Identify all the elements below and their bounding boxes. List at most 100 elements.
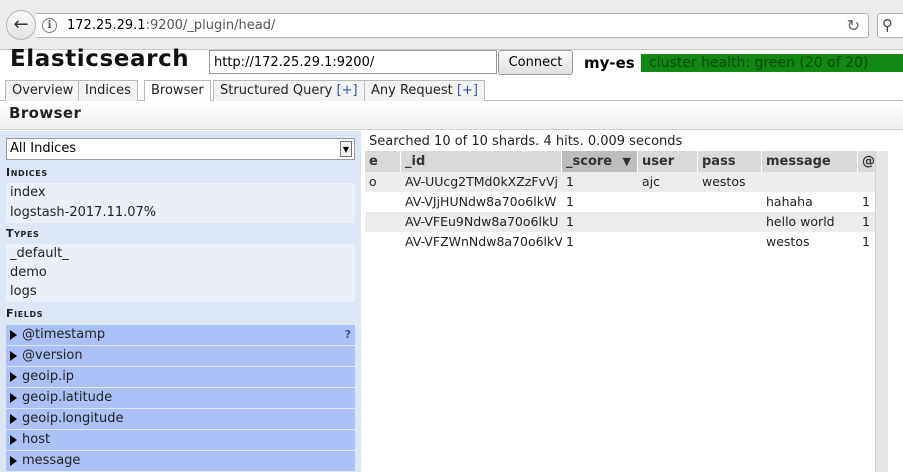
field-item[interactable]: @version — [6, 346, 355, 366]
types-heading: Types — [6, 227, 40, 240]
connect-button[interactable]: Connect — [498, 50, 573, 75]
column-header[interactable]: e — [365, 151, 401, 172]
field-label: host — [22, 432, 51, 447]
indices-select[interactable]: All Indices ▼ — [6, 138, 355, 160]
table-cell: hahaha — [766, 194, 813, 209]
section-title: Browser — [9, 104, 82, 122]
tab-label: Browser — [151, 83, 204, 98]
field-label: geoip.longitude — [22, 411, 124, 426]
table-cell: westos — [766, 234, 810, 249]
connect-url-input[interactable] — [209, 50, 497, 74]
field-label: @timestamp — [22, 327, 106, 342]
tab-overview[interactable]: Overview — [5, 80, 81, 101]
help-icon[interactable]: ? — [345, 325, 351, 345]
expand-triangle-icon — [10, 414, 17, 424]
column-header[interactable]: _id — [401, 151, 562, 172]
url-host: 172.25.29.1 — [67, 18, 146, 33]
tab-any-request[interactable]: Any Request [+] — [364, 80, 485, 101]
table-cell — [698, 212, 762, 232]
column-header[interactable]: message — [762, 151, 858, 172]
table-row[interactable]: AV-VFEu9Ndw8a70o6lkU 1 hello world 1 — [365, 212, 875, 232]
table-cell: 1 — [862, 194, 870, 209]
column-header-sorted[interactable]: _score ▼ — [562, 151, 638, 172]
indices-heading: Indices — [6, 166, 48, 179]
table-cell — [698, 192, 762, 212]
tab-label: Indices — [85, 83, 131, 98]
url-text: 172.25.29.1:9200/_plugin/head/ — [67, 18, 275, 33]
expand-tab-icon: [+] — [456, 83, 478, 98]
results-table: e _id _score ▼ user pass message @ve o AV… — [365, 151, 875, 472]
indices-select-value: All Indices — [10, 141, 77, 156]
column-header[interactable]: user — [638, 151, 698, 172]
site-info-icon[interactable]: i — [42, 18, 57, 33]
field-item[interactable]: geoip.ip — [6, 367, 355, 387]
table-cell — [365, 192, 401, 212]
field-label: message — [22, 453, 81, 468]
expand-tab-icon: [+] — [336, 83, 358, 98]
expand-triangle-icon — [10, 330, 17, 340]
table-cell: 1 — [566, 214, 574, 229]
tab-structured-query[interactable]: Structured Query [+] — [213, 80, 365, 101]
table-cell: AV-VFEu9Ndw8a70o6lkU — [405, 214, 559, 229]
table-row[interactable]: o AV-UUcg2TMd0kXZzFvVj 1 ajc westos — [365, 172, 875, 192]
table-cell — [365, 232, 401, 252]
expand-triangle-icon — [10, 372, 17, 382]
column-header[interactable]: @ve — [858, 151, 875, 172]
section-header — [0, 101, 903, 130]
column-header[interactable]: pass — [698, 151, 762, 172]
index-item[interactable]: logstash-2017.11.07% — [6, 203, 355, 223]
table-cell — [365, 212, 401, 232]
type-item[interactable]: demo — [6, 263, 355, 283]
field-item[interactable]: @timestamp? — [6, 325, 355, 345]
chevron-down-icon[interactable]: ▼ — [340, 141, 352, 157]
tab-label: Overview — [12, 83, 74, 98]
tab-browser[interactable]: Browser — [144, 80, 211, 102]
cluster-name: my-es — [584, 54, 635, 72]
type-item[interactable]: _default_ — [6, 244, 355, 264]
table-cell: 1 — [566, 234, 574, 249]
browser-toolbar: ← i 172.25.29.1:9200/_plugin/head/ ↻ ⚲ — [0, 0, 903, 50]
table-cell: 1 — [566, 194, 574, 209]
table-cell: AV-UUcg2TMd0kXZzFvVj — [405, 174, 558, 189]
back-arrow-icon[interactable]: ← — [6, 10, 36, 40]
browser-sidebar: All Indices ▼ Indices index logstash-201… — [0, 131, 361, 472]
table-row[interactable]: AV-VJjHUNdw8a70o6lkW 1 hahaha 1 — [365, 192, 875, 212]
expand-triangle-icon — [10, 435, 17, 445]
table-cell — [698, 232, 762, 252]
type-item[interactable]: logs — [6, 282, 355, 302]
field-label: geoip.latitude — [22, 390, 113, 405]
search-icon: ⚲ — [882, 16, 893, 34]
tab-indices[interactable]: Indices — [78, 80, 138, 101]
table-cell: westos — [702, 174, 746, 189]
address-bar[interactable]: i 172.25.29.1:9200/_plugin/head/ ↻ — [36, 13, 869, 38]
table-cell: ajc — [642, 174, 661, 189]
table-cell: AV-VFZWnNdw8a70o6lkV — [405, 234, 562, 249]
browser-search-box[interactable]: ⚲ — [877, 13, 903, 38]
field-item[interactable]: geoip.longitude — [6, 409, 355, 429]
url-path: :9200/_plugin/head/ — [145, 18, 276, 33]
reload-icon[interactable]: ↻ — [847, 16, 860, 35]
table-cell: hello world — [766, 214, 835, 229]
field-item[interactable]: geoip.latitude — [6, 388, 355, 408]
field-item[interactable]: message — [6, 451, 355, 471]
table-cell: o — [369, 174, 377, 189]
table-cell — [762, 172, 858, 192]
search-summary: Searched 10 of 10 shards. 4 hits. 0.009 … — [369, 134, 683, 149]
table-cell: 1 — [862, 214, 870, 229]
table-cell: 1 — [862, 234, 870, 249]
tab-label: Structured Query — [220, 83, 337, 98]
app-title: Elasticsearch — [10, 46, 190, 72]
index-item[interactable]: index — [6, 183, 355, 203]
sort-desc-icon: ▼ — [622, 155, 631, 168]
tab-bar: Overview Indices Browser Structured Quer… — [0, 80, 903, 102]
table-cell: 1 — [566, 174, 574, 189]
expand-triangle-icon — [10, 456, 17, 466]
column-header-label: _score — [566, 154, 613, 169]
field-label: geoip.ip — [22, 369, 75, 384]
field-item[interactable]: host — [6, 430, 355, 450]
expand-triangle-icon — [10, 393, 17, 403]
field-label: @version — [22, 348, 83, 363]
results-scrollbar[interactable] — [875, 151, 888, 472]
table-row[interactable]: AV-VFZWnNdw8a70o6lkV 1 westos 1 — [365, 232, 875, 252]
table-cell — [638, 192, 698, 212]
